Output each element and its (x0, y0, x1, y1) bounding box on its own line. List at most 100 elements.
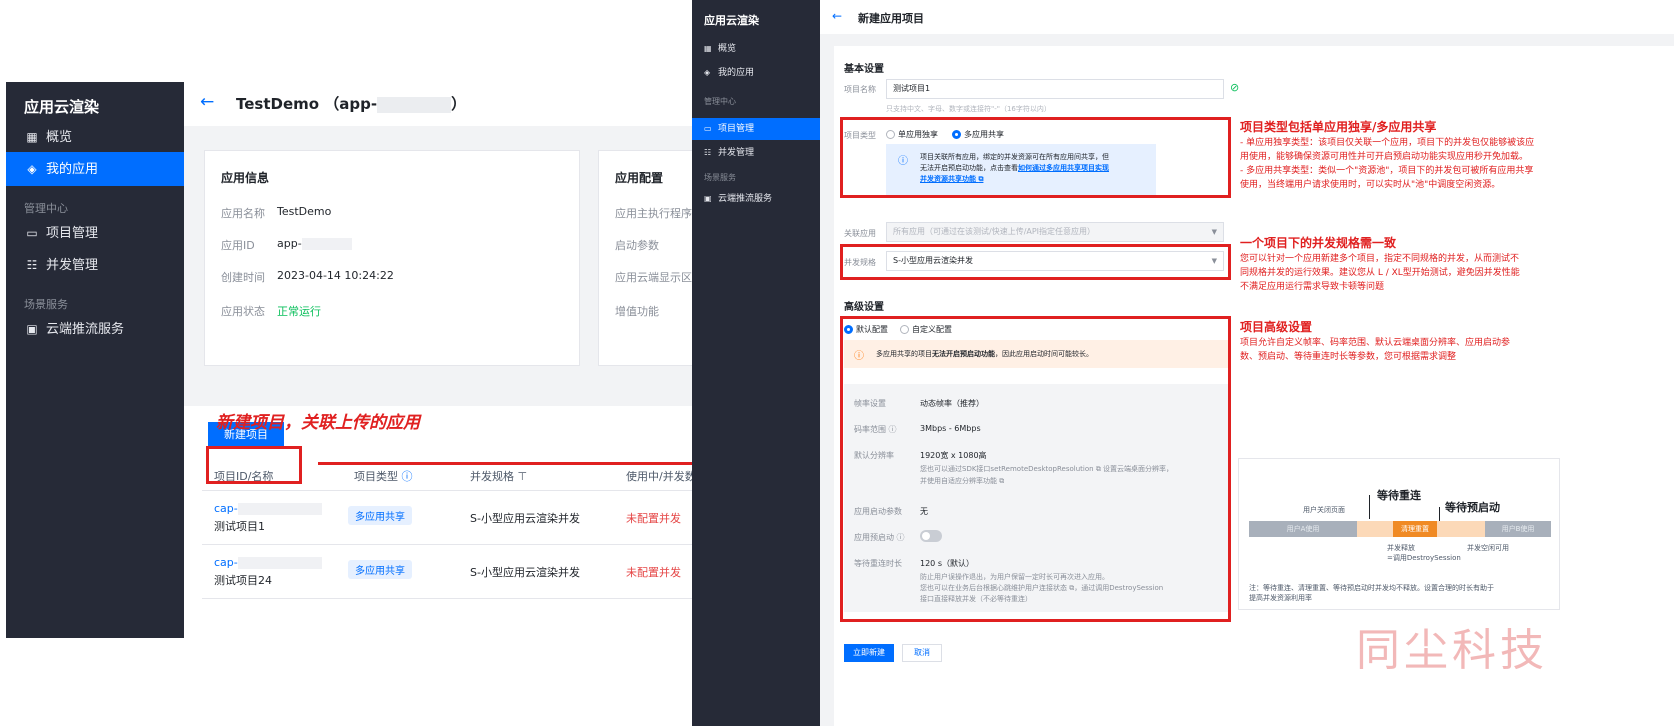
sidebar-item-my-apps[interactable]: ◈ 我的应用 (692, 62, 820, 84)
folder-icon: ▭ (704, 124, 712, 133)
timeline-note: 注：等待重连、清理重置、等待预启动时并发均不释放。设置合理的时长有助于 提高并发… (1249, 583, 1494, 603)
sidebar-item-projects[interactable]: ▭ 项目管理 (6, 216, 184, 250)
table-row-status: 未配置并发 (626, 566, 681, 579)
timeline-seg-user-a: 用户A使用 (1249, 521, 1357, 537)
advanced-settings-title: 高级设置 (844, 302, 884, 313)
annotation-line: 用使用，能够确保资源可用性并可开启预启动功能实现应用秒开免加载。 (1240, 152, 1529, 162)
linked-app-label: 关联应用 (844, 229, 876, 238)
back-arrow-icon[interactable]: ← (200, 92, 214, 112)
arrow-line (318, 462, 718, 465)
table-row-spec: S-小型应用云渲染并发 (470, 512, 580, 525)
project-id: cap- (214, 556, 238, 569)
stream-icon: ▣ (704, 194, 712, 203)
folder-icon: ▭ (26, 226, 38, 240)
app-id-prefix: app- (277, 237, 302, 250)
column-label: 并发规格 (470, 470, 514, 483)
highlight-box-spec (840, 244, 1231, 280)
list-icon: ☷ (26, 258, 38, 272)
table-row-spec: S-小型应用云渲染并发 (470, 566, 580, 579)
field-value: app- (277, 237, 352, 250)
sidebar-item-label: 并发管理 (46, 258, 99, 273)
create-button[interactable]: 立即新建 (844, 644, 894, 662)
sidebar-item-overview[interactable]: ▦ 概览 (692, 38, 820, 60)
info-icon[interactable]: ⓘ (402, 470, 413, 483)
annotation-line: 项目允许自定义帧率、码率范围、默认云端桌面分辨率、应用启动参 (1240, 338, 1511, 348)
timeline-tick (1439, 507, 1440, 521)
app-config-title: 应用配置 (615, 171, 664, 185)
annotation-line: - 多应用共享类型：类似一个"资源池"，项目下的并发包可被所有应用共享 (1240, 166, 1534, 176)
field-key: 应用状态 (221, 305, 265, 318)
left-sidebar: 应用云渲染 ▦ 概览 ◈ 我的应用 管理中心 ▭ 项目管理 ☷ 并发管理 场景服务 ▣ 云… (6, 82, 184, 638)
sidebar-group-scene: 场景服务 (704, 173, 736, 182)
sidebar-item-label: 我的应用 (718, 68, 755, 78)
right-header: ← 新建应用项目 (820, 0, 1674, 34)
cancel-button[interactable]: 取消 (902, 644, 942, 662)
project-id: cap- (214, 502, 238, 515)
highlight-box-project-type (840, 117, 1231, 198)
field-key: 创建时间 (221, 271, 265, 284)
field-key: 启动参数 (615, 239, 659, 252)
table-row-id[interactable]: cap- (214, 502, 322, 515)
timeline-diagram: 等待重连 等待预启动 用户关闭页面 用户A使用 清理重置 用户B使用 并发释放 … (1238, 458, 1560, 610)
left-screenshot: 应用云渲染 ▦ 概览 ◈ 我的应用 管理中心 ▭ 项目管理 ☷ 并发管理 场景服务 ▣ 云… (6, 82, 736, 638)
annotation-new-project: 新建项目，关联上传的应用 (216, 413, 420, 433)
sidebar-item-push-stream[interactable]: ▣ 云端推流服务 (692, 188, 820, 210)
sidebar-item-overview[interactable]: ▦ 概览 (6, 120, 184, 154)
timeline-note-line: 注：等待重连、清理重置、等待预启动时并发均不释放。设置合理的时长有助于 (1249, 584, 1494, 592)
sidebar-group-scene: 场景服务 (24, 298, 68, 311)
field-key: 增值功能 (615, 305, 659, 318)
sidebar-item-label: 我的应用 (46, 162, 99, 177)
field-key: 应用云端显示区域 (615, 271, 703, 284)
project-table-section: 新建项目 项目ID/名称 项目类型 ⓘ 并发规格 ⊤ 使用中/并发数 cap- … (184, 406, 736, 638)
field-value: TestDemo (277, 205, 332, 218)
timeline-note-line: 提高并发资源利用率 (1249, 594, 1312, 602)
page-title-prefix: TestDemo （app- (236, 95, 378, 113)
grid-icon: ▦ (704, 44, 712, 53)
sidebar-item-my-apps[interactable]: ◈ 我的应用 (6, 152, 184, 186)
timeline-seg-reset: 清理重置 (1393, 521, 1437, 537)
sidebar-item-label: 项目管理 (718, 124, 755, 134)
annotation-line: - 单应用独享类型：该项目仅关联一个应用，项目下的并发包仅能够被该应 (1240, 138, 1535, 148)
divider (202, 490, 736, 491)
divider (202, 598, 736, 599)
timeline-text: =调用DestroySession (1387, 554, 1461, 562)
sidebar-item-label: 项目管理 (46, 226, 99, 241)
project-name-label: 项目名称 (844, 85, 876, 94)
back-arrow-icon[interactable]: ← (832, 9, 842, 23)
annotation-text: 您可以针对一个应用新建多个项目，指定不同规格的并发，从而测试不 同规格并发的运行… (1240, 252, 1520, 294)
page-title: TestDemo （app- ） (236, 93, 466, 114)
timeline-seg-reconnect (1357, 521, 1393, 537)
sidebar-item-concurrency[interactable]: ☷ 并发管理 (6, 248, 184, 282)
right-sidebar: 应用云渲染 ▦ 概览 ◈ 我的应用 管理中心 ▭ 项目管理 ☷ 并发管理 场景服务 ▣ 云… (692, 0, 820, 726)
sidebar-group-manage: 管理中心 (704, 97, 736, 106)
field-key: 应用名称 (221, 207, 265, 220)
timeline-below-idle: 并发空闲可用 (1467, 544, 1509, 552)
timeline-label-wait-reconnect: 等待重连 (1377, 489, 1421, 502)
field-value: 2023-04-14 10:24:22 (277, 269, 394, 282)
column-header: 项目类型 ⓘ (354, 468, 413, 484)
field-key: 应用主执行程序路 (615, 207, 703, 220)
sidebar-item-label: 云端推流服务 (46, 322, 125, 337)
basic-settings-title: 基本设置 (844, 64, 884, 75)
project-name-input[interactable]: 测试项目1 (886, 79, 1224, 99)
sidebar-item-concurrency[interactable]: ☷ 并发管理 (692, 142, 820, 164)
filter-icon[interactable]: ⊤ (518, 470, 528, 483)
annotation-line: 使用，当终端用户请求使用时，可以实时从"池"中调度空闲资源。 (1240, 180, 1501, 190)
layers-icon: ◈ (27, 162, 37, 176)
chevron-down-icon: ▼ (1211, 228, 1217, 236)
watermark: 同尘科技 (1356, 625, 1548, 676)
list-icon: ☷ (704, 148, 712, 157)
field-key: 应用ID (221, 239, 255, 252)
column-header: 使用中/并发数 (626, 470, 696, 483)
timeline-label-wait-prestart: 等待预启动 (1445, 501, 1500, 514)
sidebar-item-push-stream[interactable]: ▣ 云端推流服务 (6, 312, 184, 346)
status-badge: 正常运行 (277, 305, 321, 318)
stream-icon: ▣ (26, 322, 38, 336)
sidebar-group-manage: 管理中心 (24, 202, 68, 215)
table-row-id[interactable]: cap- (214, 556, 322, 569)
sidebar-item-label: 并发管理 (718, 148, 755, 158)
column-header: 并发规格 ⊤ (470, 468, 527, 484)
sidebar-item-projects[interactable]: ▭ 项目管理 (692, 118, 820, 140)
page-title-suffix: ） (451, 95, 467, 113)
check-circle-icon: ⊘ (1230, 81, 1240, 94)
